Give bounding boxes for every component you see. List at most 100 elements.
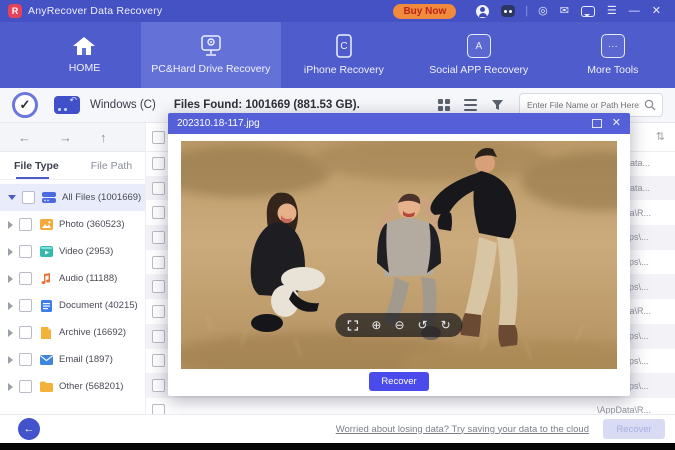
minimize-button[interactable]: — xyxy=(629,0,640,22)
row-checkbox[interactable] xyxy=(152,157,165,170)
tab-label: PC&Hard Drive Recovery xyxy=(151,63,270,75)
fullscreen-icon[interactable] xyxy=(347,320,358,331)
row-checkbox[interactable] xyxy=(152,354,165,367)
rotate-left-icon[interactable]: ↺ xyxy=(418,319,428,331)
image-viewer-toolbar: ⊕ ⊖ ↺ ↻ xyxy=(335,313,462,337)
expand-arrow-icon[interactable] xyxy=(8,248,13,256)
cloud-backup-link[interactable]: Worried about losing data? Try saving yo… xyxy=(336,424,589,435)
expand-arrow-icon[interactable] xyxy=(8,329,13,337)
audio-icon xyxy=(39,273,53,285)
mail-icon[interactable]: ✉ xyxy=(560,0,569,22)
tab-file-path[interactable]: File Path xyxy=(83,152,140,179)
titlebar-divider: | xyxy=(525,5,528,17)
tab-pc-hard-drive-recovery[interactable]: PC&Hard Drive Recovery xyxy=(141,22,281,88)
more-tools-icon: ··· xyxy=(601,34,625,58)
preview-image: ⊕ ⊖ ↺ ↻ xyxy=(181,141,617,369)
grid-view-button[interactable] xyxy=(438,99,450,111)
footer-recover-button[interactable]: Recover xyxy=(603,419,665,439)
social-app-icon: A xyxy=(467,34,491,58)
sort-icon[interactable]: ⇅ xyxy=(656,130,665,143)
drive-label: Windows (C) xyxy=(90,99,156,111)
tree-item-photo[interactable]: Photo (360523) xyxy=(0,211,145,238)
search-input[interactable] xyxy=(520,100,644,110)
row-checkbox[interactable] xyxy=(152,379,165,392)
row-checkbox[interactable] xyxy=(152,305,165,318)
zoom-in-icon[interactable]: ⊕ xyxy=(371,319,381,331)
row-checkbox[interactable] xyxy=(152,256,165,269)
tab-label: HOME xyxy=(69,62,101,74)
feedback-icon[interactable]: ◎ xyxy=(538,0,548,22)
tab-more-tools[interactable]: ··· More Tools xyxy=(551,22,675,88)
file-type-tree: All Files (1001669) Photo (360523) Video… xyxy=(0,180,145,400)
tree-item-other[interactable]: Other (568201) xyxy=(0,373,145,400)
file-path: \AppData\R... xyxy=(597,405,671,414)
tree-item-document[interactable]: Document (40215) xyxy=(0,292,145,319)
all-files-icon xyxy=(42,192,56,204)
modal-recover-button[interactable]: Recover xyxy=(369,372,429,391)
tree-item-video[interactable]: Video (2953) xyxy=(0,238,145,265)
close-button[interactable]: ✕ xyxy=(652,0,661,22)
row-checkbox[interactable] xyxy=(152,404,165,414)
row-checkbox[interactable] xyxy=(152,231,165,244)
back-button[interactable]: ← xyxy=(18,418,40,440)
tree-checkbox[interactable] xyxy=(19,299,32,312)
tree-label: All Files (1001669) xyxy=(62,192,141,203)
maximize-icon[interactable] xyxy=(592,119,602,128)
list-view-button[interactable] xyxy=(464,99,477,112)
expand-arrow-icon[interactable] xyxy=(8,221,13,229)
support-avatar-icon[interactable] xyxy=(476,5,489,18)
expand-arrow-icon[interactable] xyxy=(8,302,13,310)
email-icon xyxy=(39,354,53,366)
tree-checkbox[interactable] xyxy=(19,353,32,366)
buy-now-button[interactable]: Buy Now xyxy=(393,4,456,19)
home-icon xyxy=(72,36,96,56)
discord-icon[interactable] xyxy=(501,5,515,17)
list-view-icon xyxy=(464,99,477,112)
tree-checkbox[interactable] xyxy=(19,326,32,339)
tree-item-audio[interactable]: Audio (11188) xyxy=(0,265,145,292)
menu-icon[interactable]: ☰ xyxy=(607,0,617,22)
collapse-arrow-icon[interactable] xyxy=(8,195,16,200)
tree-checkbox[interactable] xyxy=(22,191,35,204)
tree-label: Email (1897) xyxy=(59,354,113,365)
zoom-out-icon[interactable]: ⊖ xyxy=(394,319,404,331)
photo-icon xyxy=(39,219,53,231)
video-icon xyxy=(39,246,53,258)
pc-recovery-icon xyxy=(199,35,223,57)
row-checkbox[interactable] xyxy=(152,330,165,343)
tab-file-type[interactable]: File Type xyxy=(6,152,67,179)
row-checkbox[interactable] xyxy=(152,206,165,219)
tree-item-all-files[interactable]: All Files (1001669) xyxy=(0,184,145,211)
tree-checkbox[interactable] xyxy=(19,380,32,393)
rotate-right-icon[interactable]: ↻ xyxy=(441,319,451,331)
tree-checkbox[interactable] xyxy=(19,272,32,285)
tree-checkbox[interactable] xyxy=(19,218,32,231)
tree-label: Document (40215) xyxy=(59,300,138,311)
nav-back-button[interactable]: ← xyxy=(18,130,31,145)
preview-dialog-titlebar[interactable]: 202310.18-117.jpg ✕ xyxy=(168,113,630,134)
search-icon[interactable] xyxy=(644,99,656,111)
other-folder-icon xyxy=(39,381,53,393)
tree-checkbox[interactable] xyxy=(19,245,32,258)
row-checkbox[interactable] xyxy=(152,280,165,293)
tree-item-email[interactable]: Email (1897) xyxy=(0,346,145,373)
tab-home[interactable]: HOME xyxy=(28,22,141,88)
sidebar-tabs: File Type File Path xyxy=(0,152,145,180)
filter-button[interactable] xyxy=(491,99,504,111)
table-row[interactable]: \AppData\R... xyxy=(145,398,675,414)
row-checkbox[interactable] xyxy=(152,182,165,195)
expand-arrow-icon[interactable] xyxy=(8,383,13,391)
preview-dialog: 202310.18-117.jpg ✕ xyxy=(168,113,630,396)
tab-iphone-recovery[interactable]: C iPhone Recovery xyxy=(281,22,407,88)
drive-icon xyxy=(54,96,80,114)
preview-close-icon[interactable]: ✕ xyxy=(612,118,621,129)
titlebar: R AnyRecover Data Recovery Buy Now | ◎ ✉… xyxy=(0,0,675,22)
expand-arrow-icon[interactable] xyxy=(8,356,13,364)
select-all-checkbox[interactable] xyxy=(152,131,165,144)
chat-icon[interactable] xyxy=(581,6,595,17)
nav-forward-button[interactable]: → xyxy=(59,130,72,145)
expand-arrow-icon[interactable] xyxy=(8,275,13,283)
tree-item-archive[interactable]: Archive (16692) xyxy=(0,319,145,346)
nav-up-button[interactable]: ↑ xyxy=(100,130,107,145)
tab-social-app-recovery[interactable]: A Social APP Recovery xyxy=(407,22,551,88)
